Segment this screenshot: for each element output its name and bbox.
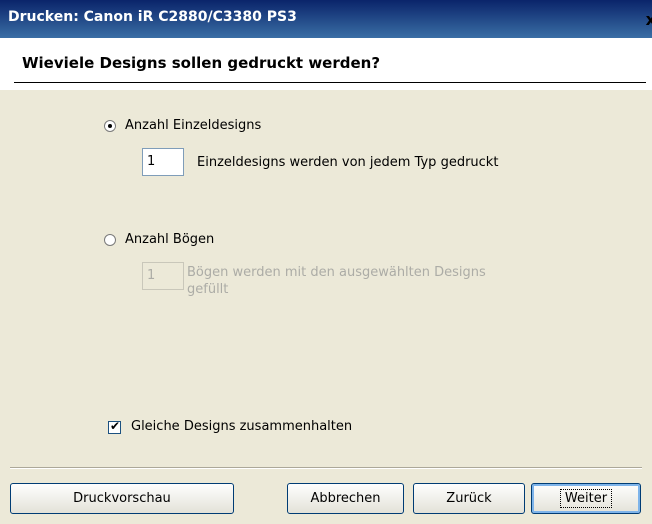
sheets-description-line2: gefüllt xyxy=(187,282,229,297)
sheets-description-line1: Bögen werden mit den ausgewählten Design… xyxy=(187,265,486,280)
window-title: Drucken: Canon iR C2880/C3380 PS3 xyxy=(8,9,297,25)
checkmark-icon: ✔ xyxy=(110,419,121,433)
page-title: Wieviele Designs sollen gedruckt werden? xyxy=(22,54,381,72)
back-button[interactable]: Zurück xyxy=(413,483,525,514)
print-preview-button[interactable]: Druckvorschau xyxy=(10,483,234,514)
single-designs-description: Einzeldesigns werden von jedem Typ gedru… xyxy=(197,155,499,170)
radio-single-designs-label[interactable]: Anzahl Einzeldesigns xyxy=(125,118,261,133)
cancel-button[interactable]: Abbrechen xyxy=(287,483,404,514)
keep-together-label[interactable]: Gleiche Designs zusammenhalten xyxy=(131,419,352,434)
footer-divider xyxy=(10,467,642,469)
next-button-label: Weiter xyxy=(559,489,613,508)
title-bar: Drucken: Canon iR C2880/C3380 PS3 x xyxy=(0,0,652,38)
radio-sheets-label[interactable]: Anzahl Bögen xyxy=(125,232,214,247)
header-divider xyxy=(14,82,646,83)
single-designs-count-input[interactable]: 1 xyxy=(142,148,184,176)
next-button[interactable]: Weiter xyxy=(531,483,641,514)
radio-single-designs[interactable] xyxy=(104,120,116,132)
sheets-count-input: 1 xyxy=(142,262,184,290)
dialog-header: Wieviele Designs sollen gedruckt werden? xyxy=(0,38,652,90)
keep-together-checkbox[interactable]: ✔ xyxy=(108,419,121,434)
radio-sheets[interactable] xyxy=(104,234,116,246)
close-icon[interactable]: x xyxy=(646,10,652,29)
